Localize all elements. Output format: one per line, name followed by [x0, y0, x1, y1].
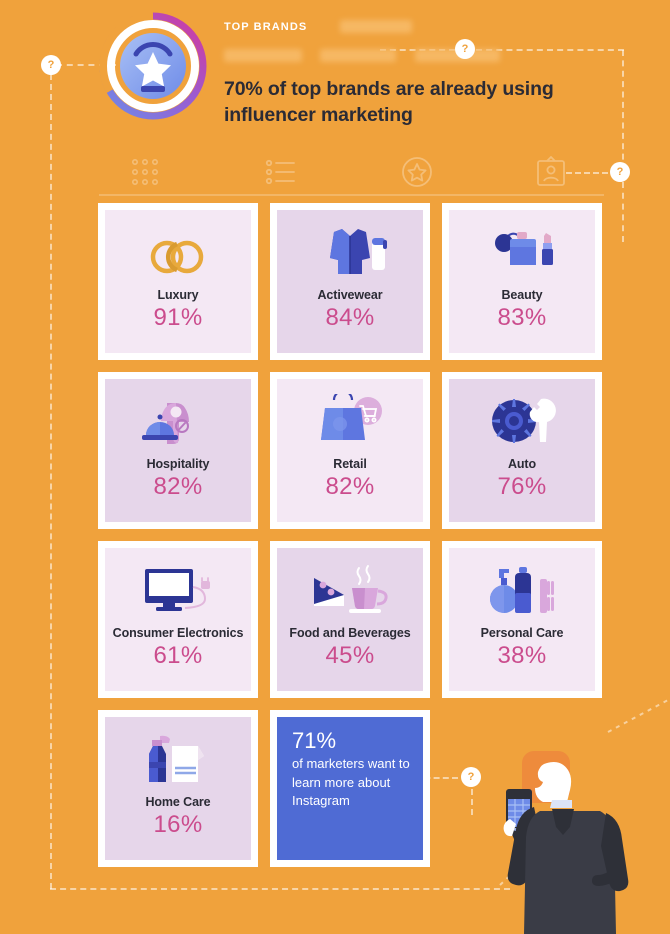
redacted-block [224, 49, 302, 63]
industry-card-activewear[interactable]: Activewear 84% [270, 203, 430, 360]
industry-card-personal-care[interactable]: Personal Care 38% [442, 541, 602, 698]
kicker-label: TOP BRANDS [224, 20, 308, 33]
card-label: Consumer Electronics [112, 626, 244, 640]
card-value: 83% [497, 304, 547, 332]
card-value: 76% [497, 473, 547, 501]
dash-line-left-down [50, 74, 52, 889]
industry-card-home-care[interactable]: Home Care 16% [98, 710, 258, 867]
id-badge-icon[interactable] [533, 154, 569, 190]
card-value: 38% [497, 642, 547, 670]
header-text-block: TOP BRANDS 70% of top brands are already… [224, 18, 624, 128]
callout-text: of marketers want to learn more about In… [292, 756, 410, 808]
header: TOP BRANDS 70% of top brands are already… [0, 0, 670, 140]
card-value: 61% [153, 642, 203, 670]
question-marker-phone[interactable]: ? [461, 767, 481, 787]
card-label: Activewear [317, 288, 383, 302]
star-circle-icon[interactable] [399, 154, 435, 190]
monitor-icon [105, 554, 251, 626]
dash-line-right-down-2 [622, 182, 624, 242]
card-label: Beauty [501, 288, 543, 302]
card-value: 82% [153, 473, 203, 501]
callout-value: 71% [292, 728, 337, 753]
star-badge-icon [99, 12, 207, 120]
industry-card-auto[interactable]: Auto 76% [442, 372, 602, 529]
card-label: Hospitality [146, 457, 210, 471]
card-label: Auto [507, 457, 537, 471]
card-label: Personal Care [480, 626, 564, 640]
card-label: Home Care [145, 795, 211, 809]
page-title: 70% of top brands are already using infl… [224, 78, 554, 126]
service-bell-icon [105, 385, 251, 457]
jacket-bottle-icon [277, 216, 423, 288]
pizza-coffee-icon [277, 554, 423, 626]
industry-card-consumer-electronics[interactable]: Consumer Electronics 61% [98, 541, 258, 698]
perfume-lipstick-icon [449, 216, 595, 288]
industry-card-food-beverages[interactable]: Food and Beverages 45% [270, 541, 430, 698]
list-icon[interactable] [263, 154, 299, 190]
kicker-row: TOP BRANDS [224, 18, 624, 36]
card-value: 45% [325, 642, 375, 670]
card-value: 16% [153, 811, 203, 839]
redacted-row [224, 47, 624, 63]
card-value: 91% [153, 304, 203, 332]
spray-bottle-icon [105, 723, 251, 795]
industry-card-retail[interactable]: Retail 82% [270, 372, 430, 529]
redacted-block [339, 20, 412, 34]
shopping-bag-icon [277, 385, 423, 457]
card-label: Retail [333, 457, 367, 471]
tire-wrench-icon [449, 385, 595, 457]
icon-strip [99, 150, 604, 196]
instagram-callout-card[interactable]: 71% of marketers want to learn more abou… [270, 710, 430, 867]
industry-card-luxury[interactable]: Luxury 91% [98, 203, 258, 360]
card-value: 84% [325, 304, 375, 332]
toiletries-icon [449, 554, 595, 626]
question-marker-left[interactable]: ? [41, 55, 61, 75]
person-with-phone [440, 735, 670, 934]
industry-card-beauty[interactable]: Beauty 83% [442, 203, 602, 360]
grid-dots-icon[interactable] [127, 154, 163, 190]
card-label: Food and Beverages [289, 626, 411, 640]
card-value: 82% [325, 473, 375, 501]
wedding-rings-icon [105, 216, 251, 288]
question-marker-top[interactable]: ? [455, 39, 475, 59]
redacted-block [320, 49, 397, 63]
question-marker-right[interactable]: ? [610, 162, 630, 182]
industry-card-hospitality[interactable]: Hospitality 82% [98, 372, 258, 529]
card-label: Luxury [157, 288, 199, 302]
